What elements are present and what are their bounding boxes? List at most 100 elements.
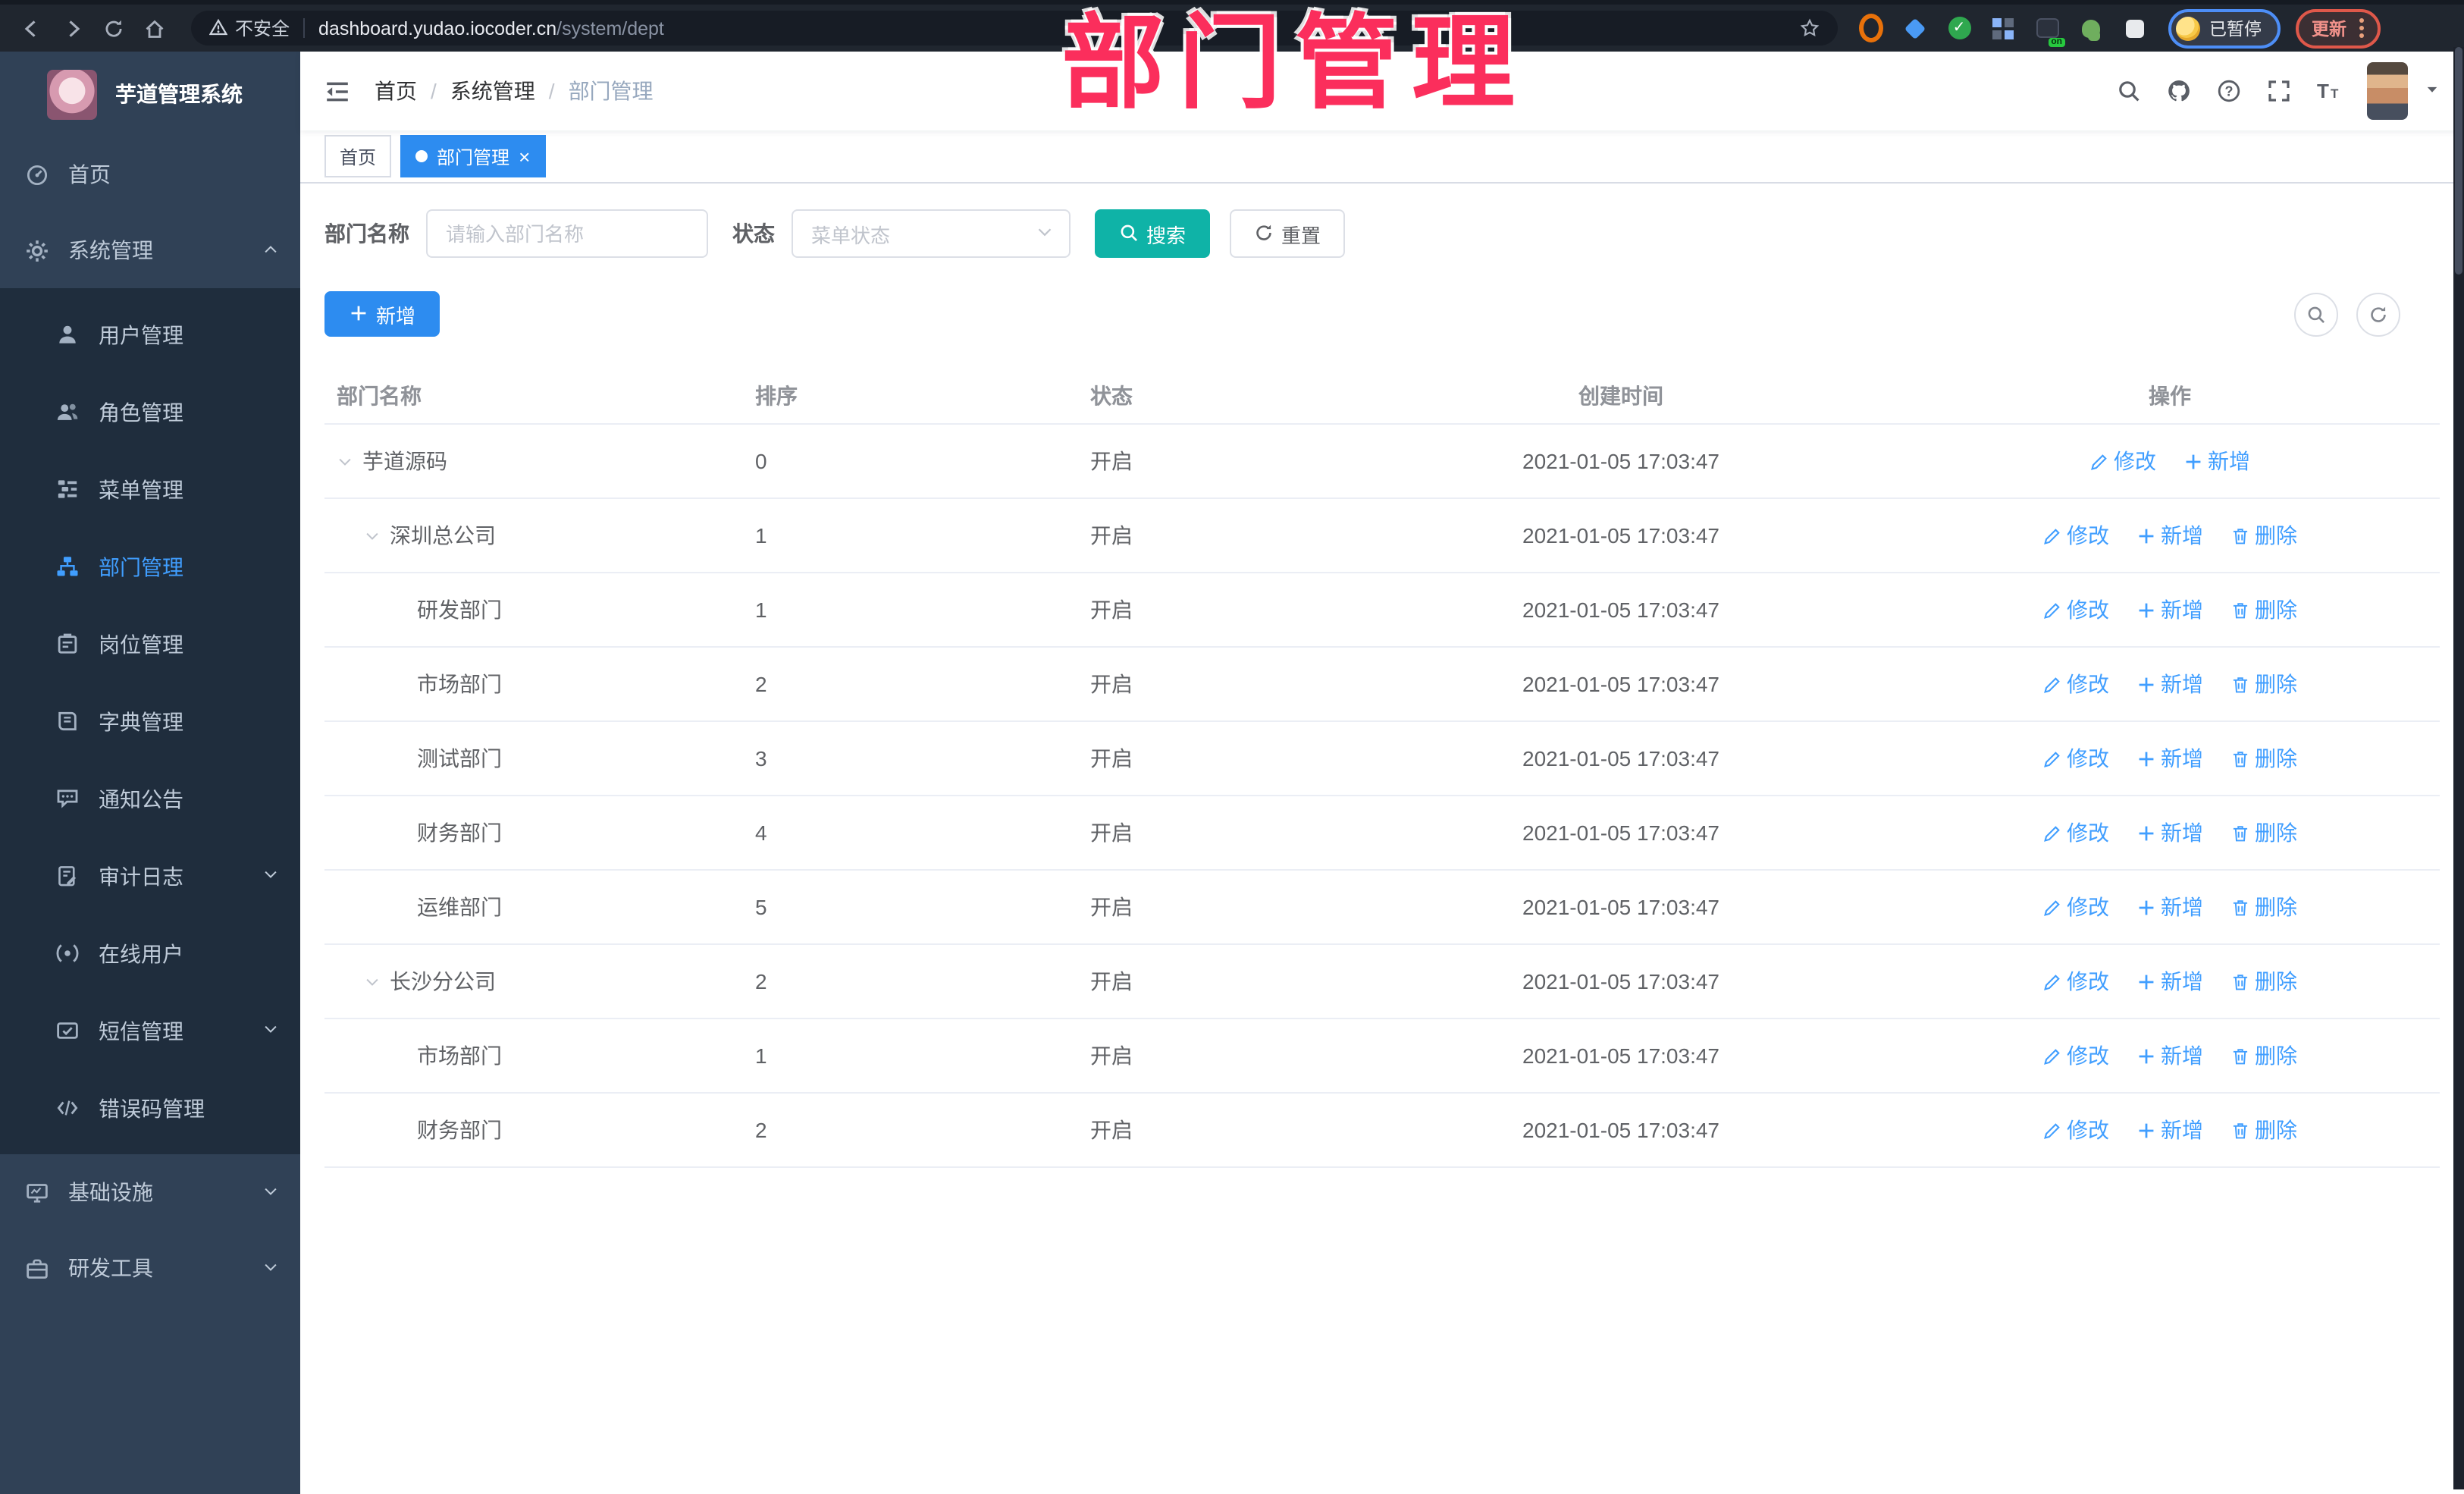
- sidebar-item-audit-log[interactable]: 审计日志: [0, 837, 300, 915]
- row-action-delete-button[interactable]: 删除: [2230, 743, 2297, 774]
- extension-orange-ring-icon[interactable]: [1859, 14, 1883, 42]
- expand-caret-icon[interactable]: [364, 973, 390, 990]
- row-action-edit-button[interactable]: 修改: [2042, 520, 2109, 551]
- extension-green-check-icon[interactable]: ✓: [1947, 16, 1971, 40]
- users-icon: [55, 400, 80, 423]
- sidebar-item-dept[interactable]: 部门管理: [0, 528, 300, 605]
- sidebar-item-notice[interactable]: 通知公告: [0, 760, 300, 837]
- sidebar-item-online-user[interactable]: 在线用户: [0, 915, 300, 992]
- user-icon: [55, 323, 80, 346]
- forward-icon[interactable]: [56, 11, 89, 45]
- dept-created-time: 2021-01-05 17:03:47: [1342, 573, 1900, 648]
- security-status[interactable]: 不安全: [209, 15, 290, 41]
- row-action-add-button[interactable]: 新增: [2136, 669, 2203, 699]
- font-size-icon[interactable]: TT: [2317, 79, 2341, 103]
- row-action-edit-button[interactable]: 修改: [2042, 892, 2109, 922]
- refresh-table-icon[interactable]: [2356, 292, 2400, 336]
- dept-sort: 1: [743, 573, 1078, 648]
- row-action-add-button[interactable]: 新增: [2136, 520, 2203, 551]
- dept-sort: 2: [743, 1093, 1078, 1168]
- close-icon[interactable]: ×: [519, 146, 530, 166]
- extension-key-icon[interactable]: [2079, 16, 2103, 40]
- audit-icon: [55, 865, 80, 887]
- sidebar-item-dev-tools[interactable]: 研发工具: [0, 1230, 300, 1306]
- row-action-add-button[interactable]: 新增: [2183, 446, 2250, 476]
- row-action-edit-button[interactable]: 修改: [2042, 1040, 2109, 1071]
- github-icon[interactable]: [2167, 79, 2191, 103]
- extension-on-badge-icon[interactable]: on: [2035, 16, 2065, 46]
- row-action-delete-button[interactable]: 删除: [2230, 669, 2297, 699]
- sidebar-item-user[interactable]: 用户管理: [0, 296, 300, 373]
- edit-icon: [2042, 1118, 2062, 1142]
- dept-name-input[interactable]: [426, 209, 708, 258]
- sidebar-item-role[interactable]: 角色管理: [0, 373, 300, 450]
- address-bar[interactable]: 不安全 dashboard.yudao.iocoder.cn /system/d…: [191, 11, 1838, 46]
- breadcrumb-separator: /: [431, 79, 437, 103]
- row-action-add-button[interactable]: 新增: [2136, 1115, 2203, 1145]
- extension-grid-icon[interactable]: [1991, 16, 2015, 40]
- sidebar-item-label: 字典管理: [99, 709, 183, 733]
- row-action-add-button[interactable]: 新增: [2136, 595, 2203, 625]
- row-action-edit-button[interactable]: 修改: [2089, 446, 2156, 476]
- row-action-delete-button[interactable]: 删除: [2230, 818, 2297, 848]
- tab-首页[interactable]: 首页: [324, 135, 392, 177]
- row-action-edit-button[interactable]: 修改: [2042, 743, 2109, 774]
- breadcrumb-item[interactable]: 首页: [375, 76, 417, 106]
- row-action-add-button[interactable]: 新增: [2136, 966, 2203, 997]
- expand-caret-icon[interactable]: [337, 453, 362, 469]
- breadcrumb-item[interactable]: 系统管理: [450, 76, 535, 106]
- row-action-delete-button[interactable]: 删除: [2230, 520, 2297, 551]
- row-action-edit-button[interactable]: 修改: [2042, 595, 2109, 625]
- tab-部门管理[interactable]: 部门管理 ×: [400, 135, 546, 177]
- browser-menu-icon[interactable]: [2359, 18, 2363, 38]
- sidebar-item-label: 角色管理: [99, 400, 183, 424]
- chevron-down-icon[interactable]: [2425, 82, 2440, 100]
- row-action-edit-button[interactable]: 修改: [2042, 966, 2109, 997]
- app-logo[interactable]: 芋道管理系统: [0, 52, 300, 137]
- sidebar-item-system[interactable]: 系统管理: [0, 212, 300, 288]
- sidebar-item-error-code[interactable]: 错误码管理: [0, 1069, 300, 1147]
- add-dept-button[interactable]: 新增: [324, 291, 440, 337]
- extension-blue-gem-icon[interactable]: [1903, 16, 1927, 40]
- row-action-add-button[interactable]: 新增: [2136, 743, 2203, 774]
- row-action-add-button[interactable]: 新增: [2136, 1040, 2203, 1071]
- row-action-edit-button[interactable]: 修改: [2042, 669, 2109, 699]
- sidebar-item-sms[interactable]: 短信管理: [0, 992, 300, 1069]
- row-action-delete-button[interactable]: 删除: [2230, 892, 2297, 922]
- sidebar-item-menu[interactable]: 菜单管理: [0, 450, 300, 528]
- sidebar-item-infra[interactable]: 基础设施: [0, 1154, 300, 1230]
- search-button[interactable]: 搜索: [1095, 209, 1211, 258]
- row-action-edit-button[interactable]: 修改: [2042, 1115, 2109, 1145]
- browser-window: 不安全 dashboard.yudao.iocoder.cn /system/d…: [0, 0, 2464, 1494]
- sidebar-item-home[interactable]: 首页: [0, 137, 300, 212]
- expand-caret-icon[interactable]: [364, 527, 390, 544]
- reset-button[interactable]: 重置: [1230, 209, 1346, 258]
- toggle-search-icon[interactable]: [2294, 292, 2338, 336]
- reload-icon[interactable]: [97, 11, 130, 45]
- sidebar-item-post[interactable]: 岗位管理: [0, 605, 300, 683]
- filter-form: 部门名称 状态 菜单状态 搜索 重置: [324, 209, 2440, 258]
- plus-icon: [2136, 1044, 2156, 1068]
- row-action-delete-button[interactable]: 删除: [2230, 1040, 2297, 1071]
- search-icon[interactable]: [2117, 79, 2141, 103]
- sidebar-item-dict[interactable]: 字典管理: [0, 683, 300, 760]
- help-icon[interactable]: ?: [2217, 79, 2241, 103]
- browser-update-button[interactable]: 更新: [2295, 8, 2380, 48]
- back-icon[interactable]: [15, 11, 49, 45]
- page-scrollbar[interactable]: [2453, 47, 2464, 1489]
- home-icon[interactable]: [138, 11, 171, 45]
- row-action-delete-button[interactable]: 删除: [2230, 966, 2297, 997]
- user-avatar[interactable]: [2367, 62, 2408, 120]
- row-action-edit-button[interactable]: 修改: [2042, 818, 2109, 848]
- edit-icon: [2042, 895, 2062, 919]
- row-action-delete-button[interactable]: 删除: [2230, 595, 2297, 625]
- extension-puzzle-icon[interactable]: [2123, 16, 2147, 40]
- row-action-add-button[interactable]: 新增: [2136, 818, 2203, 848]
- row-action-delete-button[interactable]: 删除: [2230, 1115, 2297, 1145]
- bookmark-star-icon[interactable]: [1800, 17, 1820, 39]
- sidebar-fold-icon[interactable]: [324, 78, 350, 104]
- row-action-add-button[interactable]: 新增: [2136, 892, 2203, 922]
- status-select[interactable]: 菜单状态: [792, 209, 1071, 258]
- fullscreen-icon[interactable]: [2267, 79, 2291, 103]
- browser-profile-chip[interactable]: 已暂停: [2168, 8, 2280, 48]
